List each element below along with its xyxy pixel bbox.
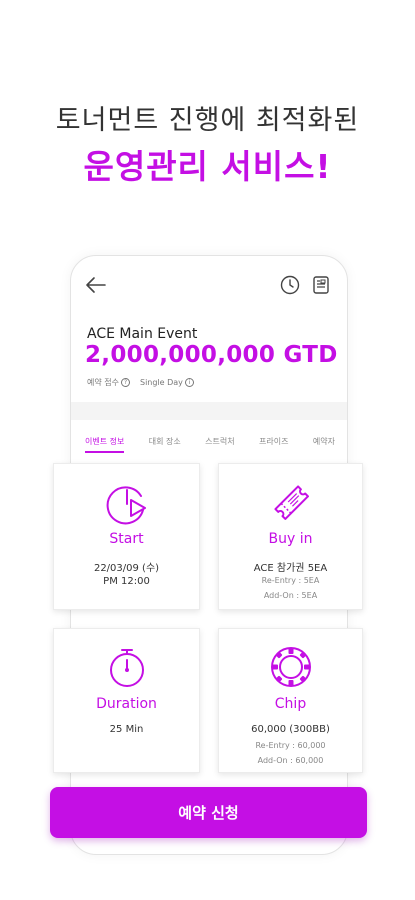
duration-value: 25 Min [109,724,144,735]
tab-event-info[interactable]: 이벤트 정보 [85,436,125,453]
stopwatch-icon [109,649,144,687]
duration-title: Duration [96,696,157,712]
start-date: 22/03/09 (수) [93,563,160,574]
start-title: Start [109,531,144,547]
poker-chip-icon [270,647,311,687]
tab-structure[interactable]: 스트럭처 [205,436,234,453]
clock-icon[interactable] [280,275,300,295]
meta-reservation: 예약 접수 ? [87,377,130,388]
tab-venue[interactable]: 대회 장소 [149,436,181,453]
tab-bar: 이벤트 정보 대회 장소 스트럭처 프라이즈 예약자 [85,436,335,453]
section-divider [71,402,347,420]
chip-reentry: Re-Entry : 60,000 [255,741,326,750]
meta-reservation-label: 예약 접수 [87,378,119,387]
buyin-card: Buy in ACE 참가권 5EA Re-Entry : 5EA Add-On… [218,463,363,610]
buyin-reentry: Re-Entry : 5EA [261,576,320,585]
tab-prize[interactable]: 프라이즈 [259,436,288,453]
buyin-entry: ACE 참가권 5EA [253,563,328,574]
event-meta: 예약 접수 ? Single Day i [87,377,194,388]
chip-card: Chip 60,000 (300BB) Re-Entry : 60,000 Ad… [218,628,363,773]
start-time: PM 12:00 [103,576,150,587]
buyin-title: Buy in [268,531,313,547]
duration-card: Duration 25 Min [53,628,200,773]
top-bar [71,256,347,314]
ticket-icon [273,485,309,520]
event-prize: 2,000,000,000 GTD [85,342,338,368]
chip-title: Chip [274,696,307,712]
reserve-button[interactable]: 예약 신청 [50,787,367,838]
back-arrow-icon[interactable] [85,275,107,295]
info-icon[interactable]: ? [120,378,130,387]
start-card: Start 22/03/09 (수) PM 12:00 [53,463,200,610]
play-clock-icon [106,486,146,525]
event-name: ACE Main Event [87,326,198,342]
document-icon[interactable] [311,275,331,295]
info-icon[interactable]: i [184,378,194,387]
meta-single-day: Single Day i [140,377,194,388]
headline-title: 운영관리 서비스! [83,147,332,186]
headline-subtitle: 토너먼트 진행에 최적화된 [55,105,360,136]
meta-single-day-label: Single Day [139,378,183,387]
chip-stack: 60,000 (300BB) [251,724,330,735]
buyin-addon: Add-On : 5EA [263,591,318,600]
tab-reservations[interactable]: 예약자 [313,436,335,453]
chip-addon: Add-On : 60,000 [257,756,324,765]
